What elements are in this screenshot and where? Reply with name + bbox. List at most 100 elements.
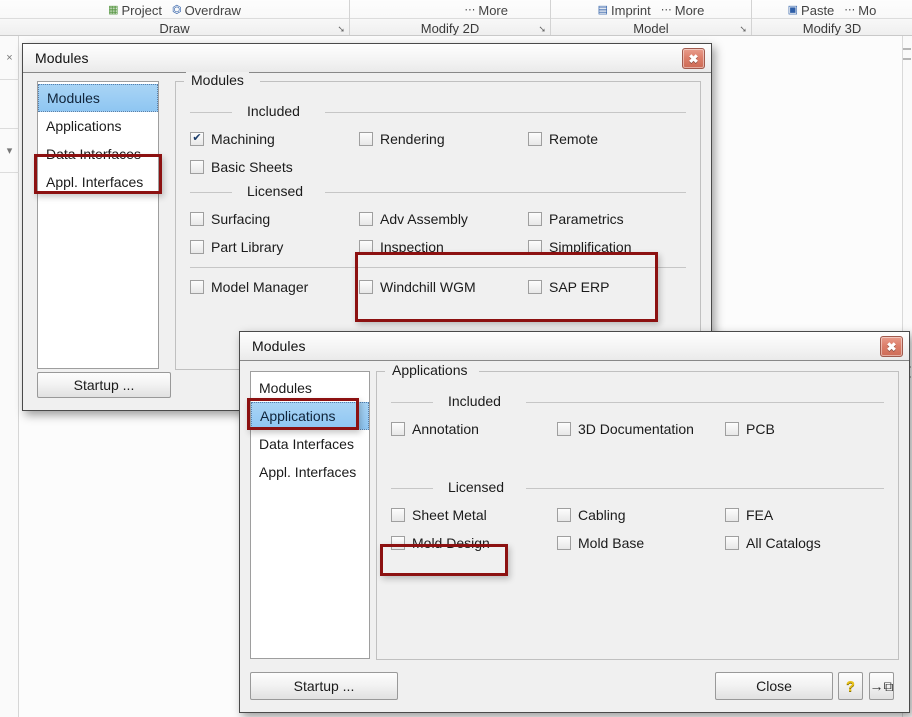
- nav-item-modules[interactable]: Modules: [38, 84, 158, 112]
- checkbox-simplification[interactable]: Simplification: [528, 239, 631, 255]
- checkbox-fea[interactable]: FEA: [725, 507, 773, 523]
- ribbon-command-more-3d[interactable]: ⋯ Mo: [844, 3, 876, 18]
- applications-dialog-title: Modules: [252, 338, 306, 354]
- modules-dialog-close-button[interactable]: ✖: [682, 48, 705, 69]
- applications-pin-button[interactable]: →⧉: [869, 672, 894, 700]
- checkbox-sap-erp[interactable]: SAP ERP: [528, 279, 609, 295]
- applications-dialog-titlebar[interactable]: Modules ✖: [240, 332, 909, 360]
- checkbox-cabling[interactable]: Cabling: [557, 507, 625, 523]
- modules-dialog-nav-list[interactable]: Modules Applications Data Interfaces App…: [37, 81, 159, 369]
- checkbox-remote[interactable]: Remote: [528, 131, 598, 147]
- ribbon-group-draw[interactable]: ▦ Project ⏣ Overdraw Draw ➘: [0, 0, 350, 36]
- checkbox-mold-design-box[interactable]: [391, 536, 405, 550]
- dock-close-button[interactable]: ×: [0, 36, 19, 80]
- checkbox-inspection-box[interactable]: [359, 240, 373, 254]
- checkbox-all-catalogs-box[interactable]: [725, 536, 739, 550]
- checkbox-rendering[interactable]: Rendering: [359, 131, 445, 147]
- checkbox-sheet-metal-box[interactable]: [391, 508, 405, 522]
- checkbox-3d-documentation[interactable]: 3D Documentation: [557, 421, 694, 437]
- ribbon-group-model[interactable]: ▤ Imprint ⋯ More Model ➘: [551, 0, 752, 36]
- nav-item-data-interfaces[interactable]: Data Interfaces: [251, 430, 369, 458]
- checkbox-pcb-box[interactable]: [725, 422, 739, 436]
- modules-dialog-titlebar[interactable]: Modules ✖: [23, 44, 711, 72]
- checkbox-adv-assembly[interactable]: Adv Assembly: [359, 211, 468, 227]
- checkbox-adv-assembly-box[interactable]: [359, 212, 373, 226]
- checkbox-model-manager[interactable]: Model Manager: [190, 279, 308, 295]
- modules-startup-button[interactable]: Startup ...: [37, 372, 171, 398]
- right-dock-mark: [903, 58, 911, 60]
- nav-item-appl-interfaces[interactable]: Appl. Interfaces: [38, 168, 158, 196]
- checkbox-annotation-box[interactable]: [391, 422, 405, 436]
- applications-dialog[interactable]: Modules ✖ Modules Applications Data Inte…: [239, 331, 910, 713]
- checkbox-basic-sheets[interactable]: Basic Sheets: [190, 159, 293, 175]
- checkbox-parametrics[interactable]: Parametrics: [528, 211, 624, 227]
- checkbox-mold-base-box[interactable]: [557, 536, 571, 550]
- ribbon-command-project[interactable]: ▦ Project: [108, 3, 162, 18]
- checkbox-part-library-label: Part Library: [211, 239, 284, 255]
- checkbox-basic-sheets-box[interactable]: [190, 160, 204, 174]
- ribbon-command-imprint[interactable]: ▤ Imprint: [598, 3, 651, 18]
- ribbon-command-more-2d-label: More: [478, 3, 508, 18]
- nav-item-data-interfaces[interactable]: Data Interfaces: [38, 140, 158, 168]
- checkbox-model-manager-box[interactable]: [190, 280, 204, 294]
- checkbox-surfacing[interactable]: Surfacing: [190, 211, 270, 227]
- applications-help-button[interactable]: ?: [838, 672, 863, 700]
- checkbox-machining[interactable]: Machining: [190, 131, 275, 147]
- checkbox-inspection[interactable]: Inspection: [359, 239, 444, 255]
- applications-dialog-nav-list[interactable]: Modules Applications Data Interfaces App…: [250, 371, 370, 659]
- checkbox-cabling-box[interactable]: [557, 508, 571, 522]
- group-frame-topline: [260, 81, 700, 82]
- checkbox-3d-documentation-box[interactable]: [557, 422, 571, 436]
- applications-close-button[interactable]: Close: [715, 672, 833, 700]
- checkbox-all-catalogs-label: All Catalogs: [746, 535, 821, 551]
- applications-startup-button[interactable]: Startup ...: [250, 672, 398, 700]
- checkbox-part-library[interactable]: Part Library: [190, 239, 283, 255]
- checkbox-sheet-metal[interactable]: Sheet Metal: [391, 507, 487, 523]
- checkbox-parametrics-box[interactable]: [528, 212, 542, 226]
- checkbox-pcb-label: PCB: [746, 421, 775, 437]
- checkbox-annotation[interactable]: Annotation: [391, 421, 479, 437]
- ribbon-command-more-model[interactable]: ⋯ More: [661, 3, 705, 18]
- applications-group-frame: Applications Included Annotation 3D Docu…: [376, 362, 899, 660]
- applications-dialog-close-button[interactable]: ✖: [880, 336, 903, 357]
- checkbox-part-library-box[interactable]: [190, 240, 204, 254]
- checkbox-remote-box[interactable]: [528, 132, 542, 146]
- checkbox-inspection-label: Inspection: [380, 239, 444, 255]
- checkbox-machining-box[interactable]: [190, 132, 204, 146]
- checkbox-simplification-box[interactable]: [528, 240, 542, 254]
- ribbon-group-modify-3d[interactable]: ▣ Paste ⋯ Mo Modify 3D: [752, 0, 912, 36]
- nav-item-applications-label: Applications: [46, 118, 122, 134]
- included-section-header: Included: [190, 103, 686, 119]
- nav-item-modules[interactable]: Modules: [251, 374, 369, 402]
- group-frame-topline: [377, 371, 385, 372]
- nav-item-appl-interfaces[interactable]: Appl. Interfaces: [251, 458, 369, 486]
- nav-item-applications[interactable]: Applications: [38, 112, 158, 140]
- section-rule-left: [190, 192, 232, 193]
- close-icon: ×: [6, 51, 13, 64]
- dialog-launcher-icon-model[interactable]: ➘: [739, 24, 747, 35]
- dialog-launcher-icon-draw[interactable]: ➘: [337, 24, 345, 35]
- checkbox-windchill-wgm-box[interactable]: [359, 280, 373, 294]
- nav-item-applications[interactable]: Applications: [251, 402, 369, 430]
- ribbon-group-modify-2d[interactable]: ⋯ More Modify 2D ➘: [350, 0, 551, 36]
- imprint-icon: ▤: [597, 4, 609, 16]
- checkbox-mold-base[interactable]: Mold Base: [557, 535, 644, 551]
- checkbox-windchill-wgm[interactable]: Windchill WGM: [359, 279, 476, 295]
- ribbon-command-more-2d[interactable]: ⋯ More: [464, 3, 508, 18]
- ribbon-command-paste[interactable]: ▣ Paste: [788, 3, 835, 18]
- included-section-label: Included: [448, 393, 501, 409]
- nav-item-data-interfaces-label: Data Interfaces: [259, 436, 354, 452]
- modules-startup-button-label: Startup ...: [73, 377, 135, 393]
- dock-dropdown-button[interactable]: ▾: [0, 129, 19, 173]
- checkbox-mold-design[interactable]: Mold Design: [391, 535, 490, 551]
- ribbon-command-overdraw[interactable]: ⏣ Overdraw: [172, 3, 241, 18]
- checkbox-rendering-box[interactable]: [359, 132, 373, 146]
- checkbox-all-catalogs[interactable]: All Catalogs: [725, 535, 821, 551]
- dialog-launcher-icon-modify-2d[interactable]: ➘: [538, 24, 546, 35]
- checkbox-pcb[interactable]: PCB: [725, 421, 775, 437]
- ribbon-group-modify-3d-title: Modify 3D: [752, 18, 912, 36]
- checkbox-fea-box[interactable]: [725, 508, 739, 522]
- checkbox-surfacing-box[interactable]: [190, 212, 204, 226]
- checkbox-sap-erp-box[interactable]: [528, 280, 542, 294]
- dock-spacer: [0, 80, 18, 129]
